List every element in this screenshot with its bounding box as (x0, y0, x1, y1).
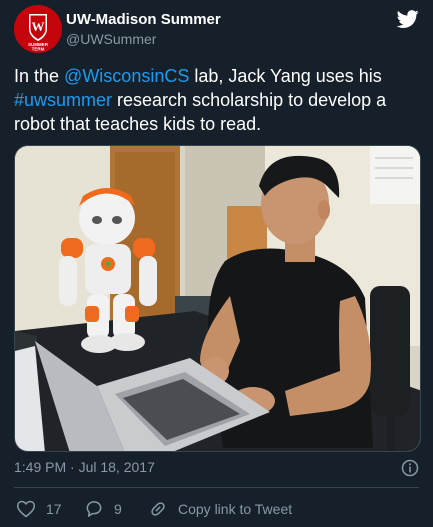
reply-button[interactable]: 9 (84, 497, 122, 521)
author-display-name[interactable]: UW-Madison Summer (66, 11, 221, 28)
hashtag-link[interactable]: #uwsummer (14, 90, 112, 110)
heart-icon (16, 500, 36, 518)
author-handle[interactable]: @UWSummer (66, 31, 156, 47)
copy-link-label: Copy link to Tweet (178, 501, 293, 517)
copy-link-button[interactable]: Copy link to Tweet (148, 497, 292, 521)
photo-illustration (15, 146, 420, 451)
tweet-text-part: In the (14, 66, 65, 86)
uw-crest-logo: W SUMMER TERM (14, 5, 62, 53)
avatar[interactable]: W SUMMER TERM (14, 5, 62, 53)
like-count: 17 (46, 501, 62, 517)
reply-count: 9 (114, 501, 122, 517)
like-button[interactable]: 17 (16, 497, 62, 521)
tweet-timestamp[interactable]: 1:49 PM · Jul 18, 2017 (14, 459, 155, 475)
info-icon[interactable] (401, 459, 419, 477)
copy-link-icon (151, 502, 165, 516)
svg-text:W: W (32, 19, 45, 34)
tweet-photo[interactable] (14, 145, 421, 452)
svg-text:TERM: TERM (32, 47, 45, 52)
twitter-bird-icon[interactable] (397, 8, 419, 30)
tweet-card: W SUMMER TERM UW-Madison Summer @UWSumme… (0, 0, 433, 527)
tweet-text-part: lab, Jack Yang uses his (189, 66, 382, 86)
divider (14, 487, 419, 488)
tweet-text: In the @WisconsinCS lab, Jack Yang uses … (14, 64, 419, 136)
mention-link[interactable]: @WisconsinCS (64, 66, 189, 86)
reply-icon (86, 501, 102, 517)
tweet-actions: 17 9 Copy link to Tweet (14, 497, 424, 521)
